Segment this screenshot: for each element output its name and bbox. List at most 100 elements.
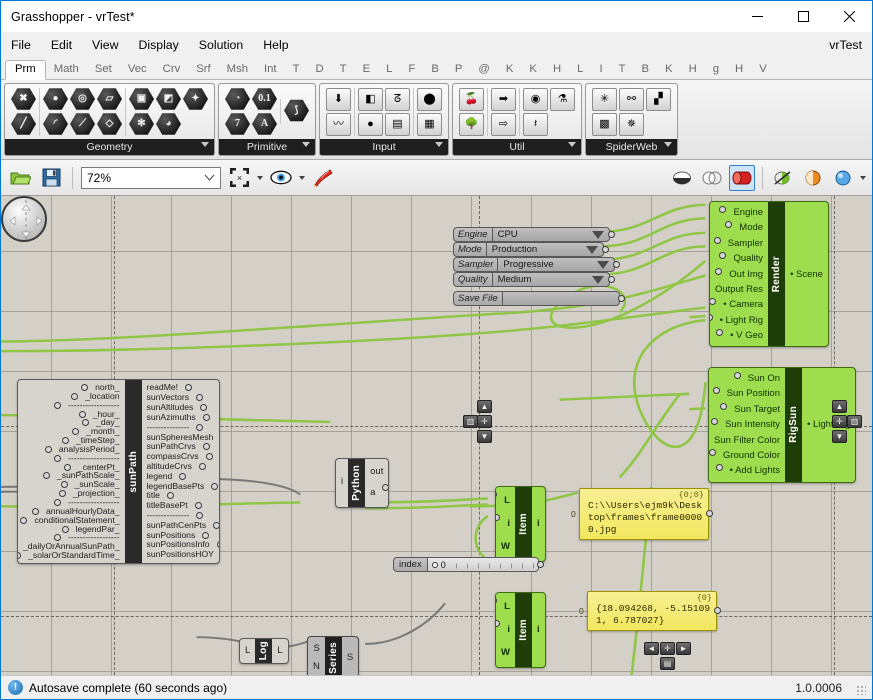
widget-nav-left-icon[interactable]: ◄ [644, 642, 659, 655]
input-pin[interactable]: Output Res [710, 282, 768, 297]
data-tree-icon[interactable]: 🌳 [459, 112, 484, 136]
tab-prm-0[interactable]: Prm [5, 59, 46, 80]
widget-scroll-up-icon-2[interactable]: ▲ [832, 400, 847, 413]
button-icon[interactable]: ● [358, 112, 383, 136]
ribbon-group-expand-icon[interactable] [435, 142, 443, 147]
widget-scroll-mid-icon[interactable]: ✛ [477, 415, 492, 428]
bonsai-icon[interactable]: ◉ [523, 87, 548, 111]
input-nub[interactable] [716, 329, 724, 336]
value-list-mode-value-wrap[interactable]: Production [485, 242, 604, 257]
flask-icon[interactable]: ⚗ [550, 87, 575, 111]
colour-picker-icon[interactable]: ▦ [417, 112, 442, 136]
cherry-picker-icon[interactable]: 🍒 [459, 87, 484, 111]
input-nub[interactable] [71, 392, 79, 400]
input-nub[interactable] [713, 236, 721, 244]
output-pin[interactable]: a [365, 483, 389, 504]
value-list-engine-value-wrap[interactable]: CPU [491, 227, 610, 242]
menu-display[interactable]: Display [128, 35, 188, 55]
output-nub[interactable] [213, 521, 219, 529]
brep-param-icon[interactable]: ◩ [156, 88, 181, 111]
component-series[interactable]: SN Series S [307, 636, 360, 675]
input-nub[interactable] [709, 313, 713, 321]
spiderweb-grid-icon[interactable]: ▞ [646, 87, 671, 111]
bake-icon[interactable] [310, 165, 336, 191]
tab-v-28[interactable]: V [751, 61, 775, 79]
curve-param-icon[interactable]: ◎ [70, 88, 95, 111]
tab-l-12[interactable]: L [378, 61, 400, 79]
menu-help[interactable]: Help [253, 35, 298, 55]
output-nub[interactable] [202, 531, 210, 539]
tab-crv-4[interactable]: Crv [155, 61, 189, 79]
input-pin[interactable]: _solarOrStandardTime_ [17, 551, 124, 560]
text-param-icon[interactable]: A [252, 113, 277, 136]
panel-file-path[interactable]: 0 {0;0} C:\\Users\ejm9k\Desktop\frames\f… [571, 488, 713, 540]
output-nub[interactable] [536, 561, 544, 568]
colour-swatch-icon[interactable]: ⬤ [417, 87, 442, 111]
component-log[interactable]: L Log L [239, 638, 289, 665]
index-slider[interactable]: index 0 [393, 557, 544, 572]
component-item-1[interactable]: LiW Item i [495, 486, 546, 563]
input-pin[interactable]: Quality [719, 251, 768, 266]
input-pin[interactable]: L [495, 490, 515, 513]
receiver-icon[interactable]: ➡ [491, 87, 516, 111]
colour-preview-icon[interactable] [830, 165, 856, 191]
input-nub[interactable] [78, 410, 86, 418]
line-param-icon[interactable]: ⟋ [70, 113, 95, 136]
output-pin[interactable]: legendBasePts [142, 481, 219, 491]
tab-k-18[interactable]: K [521, 61, 545, 79]
input-nub[interactable] [712, 387, 720, 395]
input-nub[interactable] [719, 252, 727, 260]
input-nub[interactable] [715, 267, 723, 275]
preview-dropdown-icon[interactable] [299, 175, 305, 180]
output-pin[interactable]: sunVectors [142, 393, 204, 402]
input-pin[interactable]: Out Img [715, 267, 768, 282]
component-item-2[interactable]: LiW Item i [495, 592, 546, 669]
box-param-icon[interactable]: ▣ [129, 88, 154, 111]
number-param-icon[interactable]: 7 [225, 113, 250, 136]
plane-param-icon[interactable]: ◇ [97, 113, 122, 136]
input-pin[interactable]: Sun Target [720, 402, 785, 417]
output-pin[interactable]: sunPathCenPts [142, 521, 219, 530]
input-pin[interactable]: • V Geo [716, 328, 768, 343]
canvas-navigation-dial[interactable] [1, 196, 47, 242]
output-pin[interactable]: L [272, 642, 287, 660]
input-pin[interactable]: • Add Lights [715, 463, 785, 478]
tab-int-7[interactable]: Int [256, 61, 285, 79]
menu-edit[interactable]: Edit [41, 35, 82, 55]
wireframe-preview-icon[interactable] [699, 165, 725, 191]
output-nub[interactable] [607, 231, 615, 238]
sun-preview-icon[interactable] [800, 165, 826, 191]
input-pin[interactable]: Engine [719, 205, 768, 220]
tab-msh-6[interactable]: Msh [219, 61, 256, 79]
widget-scroll-down-icon-2[interactable]: ▼ [832, 430, 847, 443]
index-slider-knob[interactable] [431, 561, 438, 568]
input-nub[interactable] [720, 402, 728, 410]
output-pin[interactable]: --------------- [142, 511, 204, 520]
input-pin[interactable]: Mode [725, 220, 768, 235]
output-pin[interactable]: sunPathCrvs [142, 442, 210, 451]
tab-b-14[interactable]: B [423, 61, 447, 79]
input-nub[interactable] [495, 491, 498, 498]
output-nub[interactable] [211, 482, 219, 490]
decimal-param-icon[interactable]: 0.1 [252, 88, 277, 111]
input-nub[interactable] [54, 498, 61, 506]
input-nub[interactable] [60, 481, 68, 489]
input-nub[interactable] [17, 552, 22, 560]
output-pin[interactable]: sunAzimuths [142, 413, 210, 422]
input-pin[interactable]: W [496, 642, 515, 665]
output-nub[interactable] [601, 246, 609, 253]
boolean-param-icon[interactable]: ◔ [225, 88, 250, 111]
widget-nav-right-icon[interactable]: ► [676, 642, 691, 655]
input-nub[interactable] [709, 448, 716, 456]
preview-settings-icon[interactable] [770, 165, 796, 191]
zoom-extents-dropdown-icon[interactable] [257, 175, 263, 180]
output-pin[interactable]: sunPositions [142, 530, 210, 540]
graph-mapper-icon[interactable]: 〰 [326, 112, 351, 136]
output-nub[interactable] [198, 462, 206, 470]
input-pin[interactable]: Sun Intensity [711, 417, 785, 432]
tab-p-15[interactable]: P [447, 61, 471, 79]
tab-i-21[interactable]: I [591, 61, 610, 79]
input-nub[interactable] [54, 401, 61, 409]
output-pin[interactable]: title [142, 491, 174, 500]
param-save-file-value[interactable] [501, 291, 620, 306]
